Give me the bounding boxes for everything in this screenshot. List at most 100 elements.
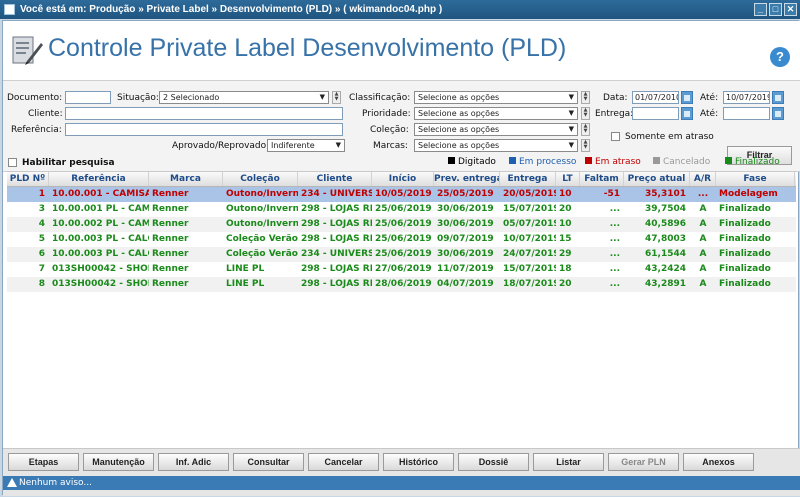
table-cell: ... [609, 234, 620, 244]
table-row[interactable]: 7 013SH00042 - SHORT IRenner LINE PL 298 - … [7, 262, 796, 277]
table-cell: Finalizado [719, 204, 771, 214]
aprovado-select[interactable]: Indiferente ▼ [267, 139, 345, 152]
column-header[interactable]: Início [372, 172, 434, 186]
dossiê-button[interactable]: Dossiê [458, 453, 529, 471]
documento-field[interactable] [65, 91, 111, 104]
marcas-spinner[interactable]: ▲ ▼ [581, 139, 590, 152]
table-cell: Renner [152, 249, 189, 259]
table-cell: A [699, 234, 707, 244]
help-icon[interactable]: ? [770, 47, 790, 67]
maximize-icon[interactable]: □ [769, 3, 782, 16]
table-cell: 28/06/2019 [375, 279, 432, 289]
table-row[interactable]: 8 013SH00042 - SHORT IRenner LINE PL 298 - … [7, 277, 796, 292]
legend-swatch [509, 157, 516, 164]
table-cell: 10 [559, 189, 572, 199]
table-cell: Renner [152, 204, 189, 214]
pld-table: PLD Nº Referência Marca Coleção Cliente Iníci… [7, 171, 796, 441]
table-cell: Outono/Inverno [226, 189, 298, 199]
app-icon [4, 4, 15, 15]
table-cell: 43,2891 [645, 279, 686, 289]
consultar-button[interactable]: Consultar [233, 453, 304, 471]
data-from-field[interactable]: 01/07/2010 [632, 91, 679, 104]
etapas-button[interactable]: Etapas [8, 453, 79, 471]
table-row[interactable]: 4 10.00.002 PL - CAMISARenner Outono/Inver… [7, 217, 796, 232]
gerar-pln-button[interactable]: Gerar PLN [608, 453, 679, 471]
manutenção-button[interactable]: Manutenção [83, 453, 154, 471]
histórico-button[interactable]: Histórico [383, 453, 454, 471]
table-row[interactable]: 6 10.00.003 PL - CALCA MRenner Coleção Ver… [7, 247, 796, 262]
column-header[interactable]: Preço atual [624, 172, 690, 186]
column-header[interactable]: Entrega [500, 172, 556, 186]
marcas-label: Marcas: [373, 141, 408, 151]
table-row[interactable]: 1 10.00.001 - CAMISA M/Renner Outono/Inver… [7, 187, 796, 202]
colecao-spinner[interactable]: ▲ ▼ [581, 123, 590, 136]
table-cell: 30/06/2019 [437, 219, 494, 229]
table-cell: 05/07/2019 [503, 219, 556, 229]
data-to-field[interactable]: 10/07/2019 [723, 91, 770, 104]
classificacao-spinner[interactable]: ▲ ▼ [581, 91, 590, 104]
column-header[interactable]: Prev. entrega [434, 172, 500, 186]
table-cell: 43,2424 [645, 264, 686, 274]
anexos-button[interactable]: Anexos [683, 453, 754, 471]
column-header[interactable]: Coleção [223, 172, 298, 186]
column-header[interactable]: Marca [149, 172, 223, 186]
entrega-to-field[interactable] [723, 107, 770, 120]
table-row[interactable]: 3 10.00.001 PL - CAMISARenner Outono/Inver… [7, 202, 796, 217]
table-cell: 40,5896 [645, 219, 686, 229]
close-icon[interactable]: ✕ [784, 3, 797, 16]
legend-item: Em atraso [585, 157, 641, 167]
table-cell: A [699, 264, 707, 274]
table-cell: 27/06/2019 [375, 264, 432, 274]
table-row[interactable]: 5 10.00.003 PL - CALCA MRenner Coleção Ver… [7, 232, 796, 247]
status-text: Nenhum aviso... [19, 478, 92, 488]
status-legend: Digitado Em processo Em atraso Cancelado… [3, 157, 800, 169]
calendar-icon[interactable] [681, 91, 693, 104]
column-header[interactable]: A/R [690, 172, 716, 186]
column-header[interactable]: Referência [49, 172, 149, 186]
table-cell: 4 [38, 219, 45, 229]
table-cell: Finalizado [719, 249, 771, 259]
calendar-icon[interactable] [681, 107, 693, 120]
column-header[interactable]: PLD Nº [7, 172, 49, 186]
chevron-down-icon: ▼ [335, 141, 341, 149]
situacao-spinner[interactable]: ▲ ▼ [332, 91, 341, 104]
table-body: 1 10.00.001 - CAMISA M/Renner Outono/Inver… [7, 187, 796, 292]
table-cell: ... [697, 189, 709, 199]
calendar-icon[interactable] [772, 107, 784, 120]
table-cell: 20/05/2019 [503, 189, 556, 199]
table-cell: 04/07/2019 [437, 279, 494, 289]
calendar-icon[interactable] [772, 91, 784, 104]
table-cell: 1 [38, 189, 45, 199]
table-cell: 10.00.001 PL - CAMISA [52, 204, 149, 214]
chevron-down-icon: ▼ [568, 93, 574, 101]
cliente-field[interactable] [65, 107, 343, 120]
situacao-select[interactable]: 2 Selecionado ▼ [159, 91, 329, 104]
minimize-icon[interactable]: _ [754, 3, 767, 16]
colecao-select[interactable]: Selecione as opções ▼ [414, 123, 578, 136]
table-cell: Renner [152, 219, 189, 229]
column-header[interactable]: Faltam [580, 172, 624, 186]
entrega-from-field[interactable] [632, 107, 679, 120]
table-cell: 298 - LOJAS REN [301, 219, 372, 229]
classificacao-select[interactable]: Selecione as opções ▼ [414, 91, 578, 104]
referencia-field[interactable] [65, 123, 343, 136]
table-cell: 298 - LOJAS REN [301, 264, 372, 274]
column-header[interactable]: Cliente [298, 172, 372, 186]
prioridade-select[interactable]: Selecione as opções ▼ [414, 107, 578, 120]
table-cell: 298 - LOJAS REN [301, 204, 372, 214]
table-cell: 10.00.002 PL - CAMISA [52, 219, 149, 229]
marcas-select[interactable]: Selecione as opções ▼ [414, 139, 578, 152]
atraso-checkbox[interactable] [611, 132, 620, 141]
table-cell: Renner [152, 189, 189, 199]
table-cell: 8 [38, 279, 45, 289]
cancelar-button[interactable]: Cancelar [308, 453, 379, 471]
inf-adic-button[interactable]: Inf. Adic [158, 453, 229, 471]
listar-button[interactable]: Listar [533, 453, 604, 471]
document-pen-icon [12, 36, 43, 65]
table-cell: 013SH00042 - SHORT I [52, 264, 149, 274]
column-header[interactable]: Fase [716, 172, 795, 186]
table-cell: 24/07/2019 [503, 249, 556, 259]
table-cell: 47,8003 [645, 234, 686, 244]
column-header[interactable]: LT [556, 172, 580, 186]
prioridade-spinner[interactable]: ▲ ▼ [581, 107, 590, 120]
